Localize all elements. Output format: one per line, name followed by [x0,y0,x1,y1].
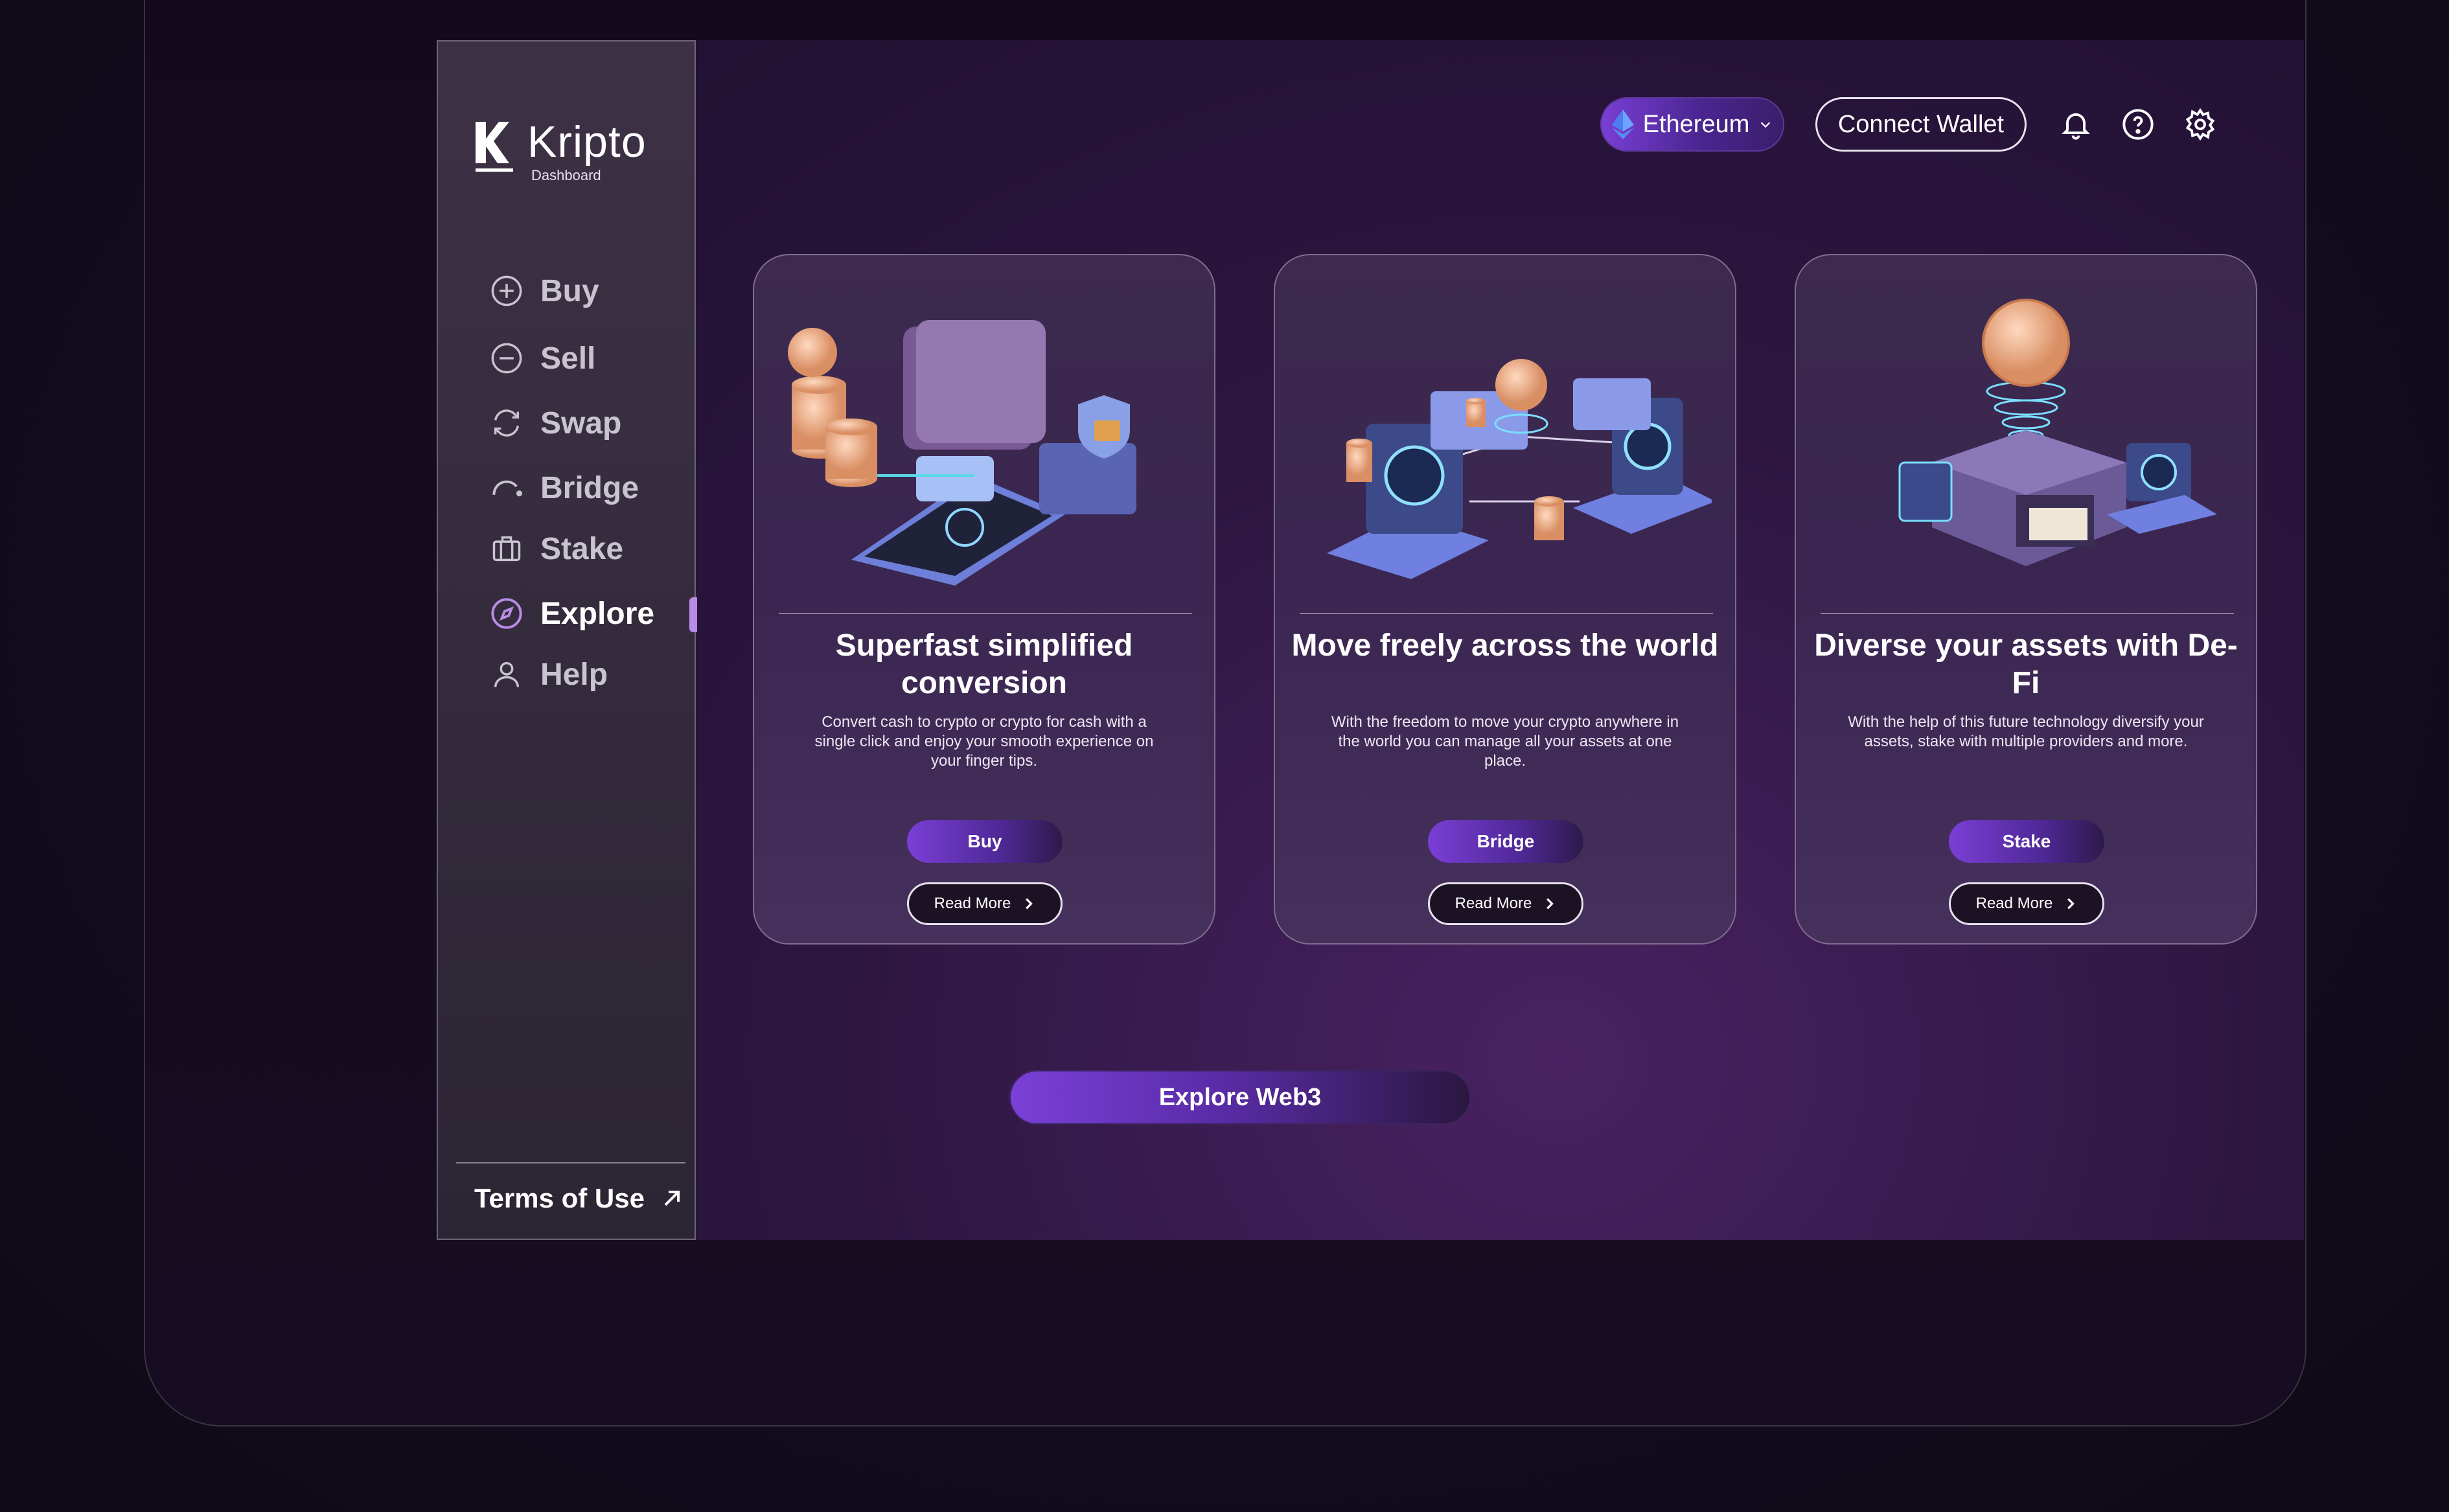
sidebar-item-label: Explore [540,596,655,631]
card-description: With the help of this future technology … [1848,713,2204,750]
card-divider [1300,613,1713,614]
read-more-label: Read More [1454,895,1532,912]
chevron-right-icon [2067,898,2075,910]
sidebar: Kripto Dashboard Buy Sell Swap Bridge St… [437,40,697,1240]
feature-card-stake: Diverse your assets with De-Fi With the … [1795,254,2257,945]
sidebar-item-label: Bridge [540,470,639,505]
buy-button[interactable]: Buy [907,820,1063,863]
read-more-button[interactable]: Read More [1428,882,1583,925]
device-frame: Kripto Dashboard Buy Sell Swap Bridge St… [144,0,2306,1426]
terms-of-use-link[interactable]: Terms of Use [474,1183,685,1214]
sidebar-item-sell[interactable]: Sell [490,336,684,381]
sidebar-item-label: Swap [540,406,622,441]
card-title: Superfast simplified conversion [835,628,1133,700]
sidebar-item-label: Buy [540,273,599,308]
compass-icon [491,598,522,629]
sidebar-item-help[interactable]: Help [490,652,684,697]
bridge-button[interactable]: Bridge [1428,820,1583,863]
wallet-conversion-illustration [788,320,1136,586]
sidebar-item-label: Help [540,657,608,692]
feature-card-buy: Superfast simplified conversion Convert … [753,254,1215,945]
sidebar-item-label: Stake [540,531,624,566]
kripto-logo-icon [476,122,509,163]
brand-subtitle: Dashboard [531,167,601,183]
logo-underline [476,168,513,172]
read-more-button[interactable]: Read More [1949,882,2104,925]
card-description: Convert cash to crypto or crypto for cas… [814,713,1154,770]
card-divider [1821,613,2234,614]
briefcase-icon [492,536,521,562]
app-screen: Kripto Dashboard Buy Sell Swap Bridge St… [437,40,2304,1240]
chevron-right-icon [1026,898,1033,910]
help-circle-icon[interactable] [2121,108,2155,141]
swap-arrows-icon [494,409,520,437]
connect-wallet-button[interactable]: Connect Wallet [1815,97,2027,152]
network-label: Ethereum [1642,110,1750,138]
card-title: Move freely across the world [1291,628,1719,663]
sidebar-item-explore[interactable]: Explore [490,591,684,636]
read-more-label: Read More [1975,895,2053,912]
sidebar-divider [456,1162,685,1163]
bridge-arc-icon [492,480,523,497]
read-more-label: Read More [934,895,1011,912]
sidebar-item-buy[interactable]: Buy [490,268,684,314]
chevron-down-icon [1761,122,1771,128]
sidebar-item-label: Sell [540,341,596,376]
stake-button[interactable]: Stake [1949,820,2104,863]
sidebar-item-stake[interactable]: Stake [490,526,684,571]
chevron-right-icon [1546,898,1554,910]
brand-name: Kripto [527,117,647,166]
sidebar-item-bridge[interactable]: Bridge [490,465,684,510]
plus-circle-icon [491,275,522,306]
explore-web3-button[interactable]: Explore Web3 [1009,1070,1471,1125]
minus-circle-icon [491,343,522,374]
sidebar-item-swap[interactable]: Swap [490,400,684,446]
terms-label: Terms of Use [474,1183,645,1213]
user-icon [494,661,520,687]
active-nav-indicator [689,597,697,632]
network-selector[interactable]: Ethereum [1600,97,1784,152]
read-more-button[interactable]: Read More [907,882,1063,925]
external-arrow-icon [664,1191,680,1206]
gear-icon[interactable] [2183,108,2217,141]
ethereum-icon [1611,109,1634,139]
global-network-illustration [1327,359,1712,579]
bell-icon[interactable] [2059,108,2093,141]
defi-staking-illustration [1898,299,2217,566]
card-description: With the freedom to move your crypto any… [1331,713,1679,770]
feature-card-bridge: Move freely across the world With the fr… [1274,254,1736,945]
card-title: Diverse your assets with De-Fi [1814,628,2238,700]
card-divider [779,613,1192,614]
